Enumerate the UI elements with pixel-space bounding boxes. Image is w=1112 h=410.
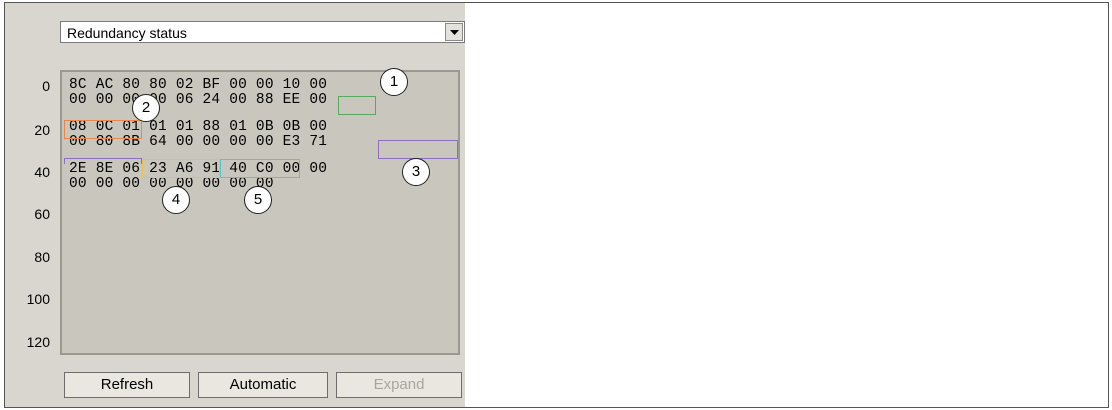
callout-2: 2 (132, 94, 160, 122)
highlight-box-3-continuation (64, 158, 142, 164)
row-offset-label: 120 (26, 334, 50, 350)
hex-line: 8C AC 80 80 02 BF 00 00 10 00 (69, 77, 328, 93)
highlight-box-1 (338, 96, 376, 115)
expand-button[interactable]: Expand (336, 372, 462, 398)
highlight-box-5 (220, 159, 300, 178)
row-offset-label: 80 (34, 249, 50, 265)
row-offset-label: 40 (34, 164, 50, 180)
callout-5: 5 (244, 186, 272, 214)
dropdown-arrow-icon[interactable] (445, 23, 463, 41)
status-select[interactable]: Redundancy status (60, 21, 465, 43)
highlight-box-2 (64, 120, 142, 139)
status-select-value: Redundancy status (67, 25, 187, 41)
row-offset-label: 20 (34, 122, 50, 138)
highlight-box-4 (142, 159, 220, 178)
highlight-box-3 (378, 140, 458, 159)
callout-3: 3 (402, 158, 430, 186)
callout-1: 1 (380, 68, 408, 96)
hex-line: 00 00 00 00 06 24 00 88 EE 00 (69, 92, 328, 108)
refresh-button[interactable]: Refresh (64, 372, 190, 398)
row-offset-label: 0 (42, 78, 50, 94)
row-offset-label: 60 (34, 206, 50, 222)
row-offset-label: 100 (26, 291, 50, 307)
callout-4: 4 (162, 186, 190, 214)
automatic-button[interactable]: Automatic (198, 372, 328, 398)
